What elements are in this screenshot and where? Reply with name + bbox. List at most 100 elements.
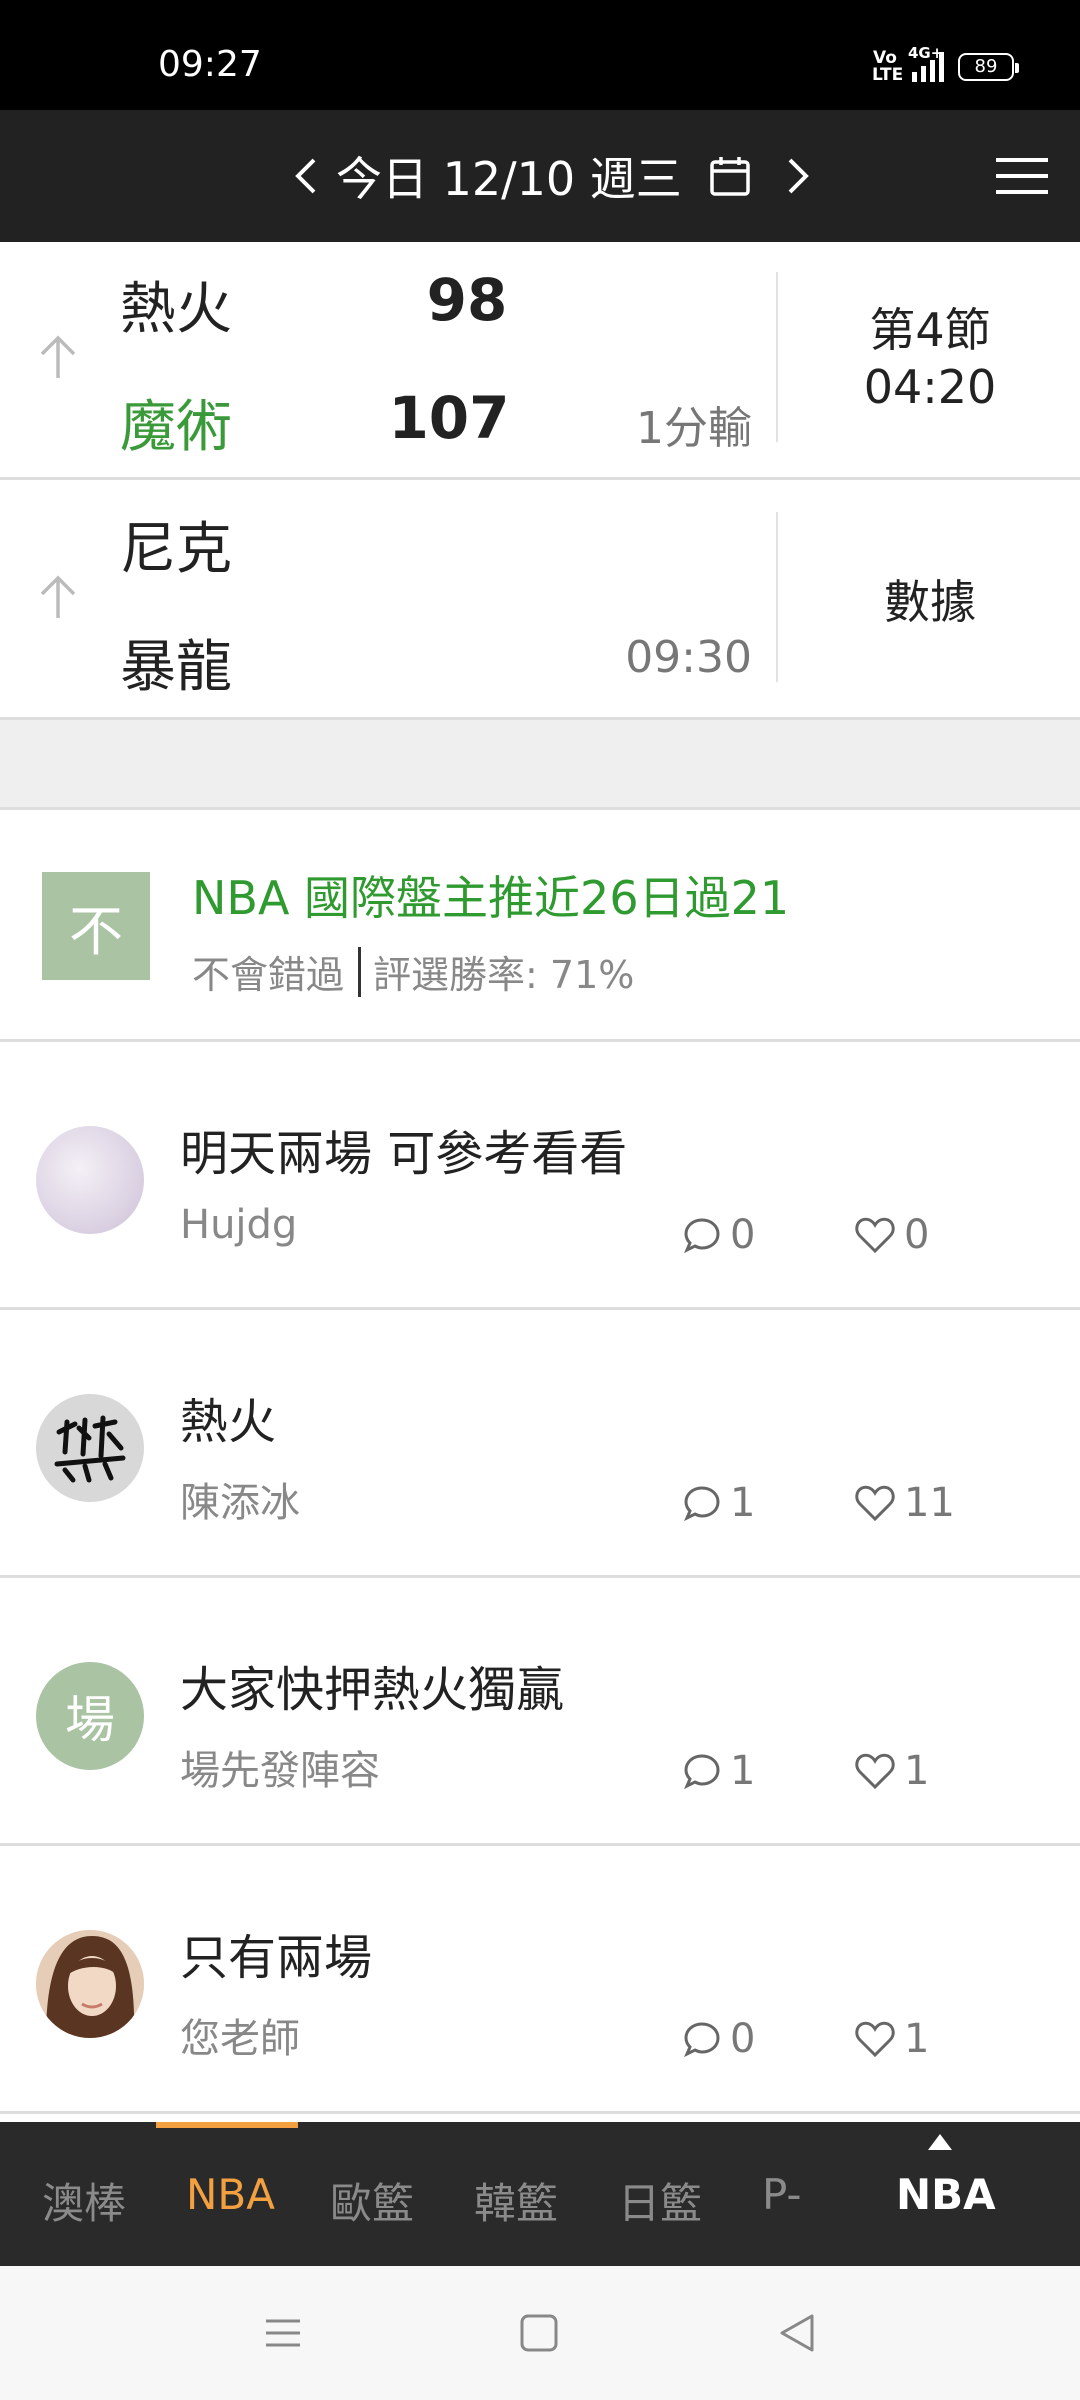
status-time: 09:27 [158,44,262,85]
comment-count-value: 0 [730,2016,756,2062]
heart-icon [855,1485,895,1522]
post-author: 您老師 [180,2016,300,2062]
list-item[interactable]: 場 大家快押熱火獨贏 場先發陣容 1 1 [0,1578,1080,1846]
pick-win-rate: 評選勝率: 71% [373,953,635,997]
battery-icon: 89 [958,53,1019,81]
calendar-button[interactable] [708,154,752,198]
calendar-icon [710,157,750,196]
like-count-value: 1 [904,2016,930,2062]
comment-count-value: 1 [730,1480,756,1526]
calligraphy-logo-icon [54,1415,126,1483]
section-gap [0,720,1080,810]
date-header: 今日 12/10 週三 [0,110,1080,242]
avatar [36,1394,144,1502]
featured-pick[interactable]: 不 NBA 國際盤主推近26日過21 不會錯過 評選勝率: 71% [0,810,1080,1042]
person-photo-icon [36,1930,144,2038]
tab-korea-basketball[interactable]: 韓籃 [474,2170,558,2231]
post-title: 只有兩場 [180,1930,373,1986]
comment-icon [684,1486,720,1522]
game-row[interactable]: 熱火 98 魔術 107 1分輸 第4節 04:20 [0,242,1080,480]
like-count[interactable]: 0 [854,1212,929,1258]
team-home: 熱火 [120,277,232,342]
spread-result: 1分輸 [636,403,752,454]
like-count[interactable]: 1 [854,1748,929,1794]
heart-icon [855,2021,895,2058]
date-nav: 今日 12/10 週三 [286,146,818,206]
post-author: Hujdg [180,1202,298,1248]
current-league-selector[interactable]: NBA [896,2170,996,2219]
like-count[interactable]: 11 [854,1480,955,1526]
avatar: 場 [36,1662,144,1770]
arrow-up-icon[interactable] [36,332,80,380]
comment-count[interactable]: 1 [682,1748,755,1794]
comment-count-value: 0 [730,1212,756,1258]
score-home: 98 [426,266,508,334]
next-day-button[interactable] [778,148,818,204]
avatar [36,1930,144,2038]
avatar [36,1126,144,1234]
post-title: 大家快押熱火獨贏 [180,1662,565,1718]
pick-author: 不會錯過 [192,953,345,997]
tab-p-league[interactable]: P- [762,2170,802,2219]
team-home: 尼克 [120,517,232,582]
volte-icon: Vo LTE [872,48,904,85]
comment-count-value: 1 [730,1748,756,1794]
chevron-left-icon [295,158,316,194]
status-bar: 09:27 Vo LTE 4G+ 89 [0,0,1080,110]
tab-nba[interactable]: NBA [186,2170,275,2219]
post-author: 陳添冰 [180,1480,300,1526]
tab-aus-baseball[interactable]: 澳棒 [42,2170,126,2231]
score-away: 107 [388,384,510,452]
hamburger-icon [996,158,1048,194]
tab-euro-basketball[interactable]: 歐籃 [330,2170,414,2231]
home-nav-icon[interactable] [514,2308,564,2358]
game-time: 09:30 [625,632,752,683]
post-title: 熱火 [180,1394,277,1450]
like-count-value: 1 [904,1748,930,1794]
team-away: 魔術 [120,395,232,460]
pick-meta: 不會錯過 評選勝率: 71% [192,944,634,999]
prev-day-button[interactable] [286,148,326,204]
game-period: 第4節 [869,303,991,357]
post-title: 明天兩場 可參考看看 [180,1126,628,1182]
like-count[interactable]: 1 [854,2016,929,2062]
active-tab-indicator [156,2122,298,2128]
menu-nav-icon[interactable] [258,2308,308,2358]
team-away: 暴龍 [120,635,232,700]
like-count-value: 11 [904,1480,955,1526]
divider [776,272,778,442]
list-item[interactable]: 熱火 陳添冰 1 11 [0,1310,1080,1578]
stats-link[interactable]: 數據 [780,566,1080,632]
system-nav-bar [0,2266,1080,2400]
list-item[interactable]: 明天兩場 可參考看看 Hujdg 0 0 [0,1042,1080,1310]
battery-level: 89 [974,56,998,77]
caret-up-icon[interactable] [928,2134,952,2150]
pick-title[interactable]: NBA 國際盤主推近26日過21 [192,862,789,928]
league-tab-bar: 澳棒 NBA 歐籃 韓籃 日籃 P- NBA [0,2122,1080,2266]
tab-japan-basketball[interactable]: 日籃 [618,2170,702,2231]
status-icons: Vo LTE 4G+ 89 [872,44,1019,85]
pick-avatar: 不 [42,872,150,980]
signal-icon: 4G+ [908,44,944,82]
list-item[interactable]: 只有兩場 您老師 0 1 [0,1846,1080,2114]
divider [776,512,778,682]
comment-icon [684,2022,720,2058]
date-label[interactable]: 今日 12/10 週三 [336,143,682,209]
heart-icon [855,1217,895,1254]
menu-button[interactable] [996,156,1048,196]
game-row[interactable]: 尼克 暴龍 09:30 數據 [0,482,1080,720]
comment-icon [684,1218,720,1254]
back-nav-icon[interactable] [772,2308,822,2358]
arrow-up-icon[interactable] [36,572,80,620]
chevron-right-icon [788,158,809,194]
game-clock: 04:20 [863,360,997,414]
heart-icon [855,1753,895,1790]
post-author: 場先發陣容 [180,1748,380,1794]
comment-count[interactable]: 0 [682,1212,755,1258]
like-count-value: 0 [904,1212,930,1258]
network-type: 4G+ [908,44,944,62]
comment-icon [684,1754,720,1790]
comment-count[interactable]: 0 [682,2016,755,2062]
comment-count[interactable]: 1 [682,1480,755,1526]
separator [358,946,362,997]
